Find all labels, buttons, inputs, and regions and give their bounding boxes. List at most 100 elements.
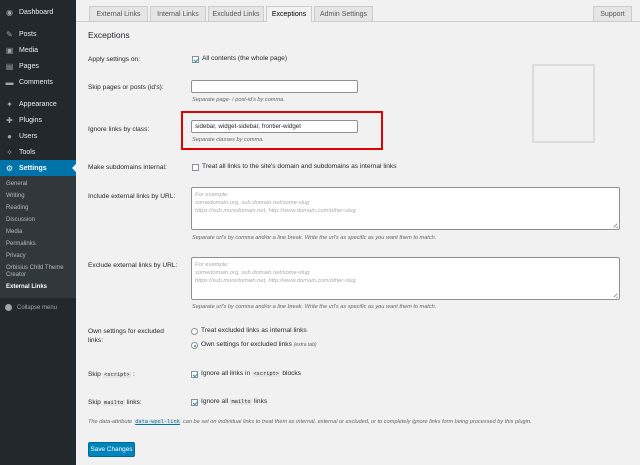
admin-sidebar: ◉ Dashboard ✎ Posts ▣ Media ▤ Pages ▬ Comment…	[0, 0, 76, 465]
own-settings-option-text: Own settings for excluded links	[201, 341, 292, 348]
menu-label: Pages	[19, 62, 39, 70]
submenu-permalinks[interactable]: Permalinks	[0, 239, 76, 251]
subdomains-label: Make subdomains internal:	[88, 164, 167, 171]
menu-label: Settings	[19, 164, 47, 172]
collapse-label: Collapse menu	[17, 304, 58, 311]
submenu-child-theme-creator[interactable]: Orbisius Child Theme Creator	[0, 263, 76, 282]
skip-script-opt-code: <script>	[251, 371, 281, 377]
exclude-urls-textarea[interactable]	[191, 257, 620, 300]
skip-script-label-pre: Skip	[88, 371, 101, 378]
exclude-urls-desc: Separate url's by comma and/or a line br…	[192, 304, 437, 310]
apply-all-contents-label: All contents (the whole page)	[202, 55, 288, 62]
menu-label: Plugins	[19, 116, 42, 124]
settings-icon: ⚙	[5, 163, 14, 173]
skip-mailto-label-code: mailto	[102, 400, 125, 406]
skip-mailto-label: Skip mailto links:	[88, 398, 142, 408]
menu-settings[interactable]: ⚙ Settings	[0, 160, 76, 176]
skip-mailto-option-label: Ignore all mailto links	[201, 398, 267, 405]
submenu-external-links[interactable]: External Links	[0, 282, 76, 294]
footnote-pre: The data-attribute	[88, 419, 133, 425]
menu-users[interactable]: ● Users	[0, 128, 76, 144]
tab-exceptions[interactable]: Exceptions	[266, 6, 312, 22]
skip-mailto-label-post: links:	[126, 399, 142, 406]
menu-plugins[interactable]: ✚ Plugins	[0, 112, 76, 128]
skip-mailto-opt-pre: Ignore all	[201, 398, 229, 405]
exclude-urls-label: Exclude external links by URL:	[88, 262, 178, 269]
section-title: Exceptions	[88, 30, 130, 40]
skip-script-option-label: Ignore all links in <script> blocks	[201, 370, 301, 377]
plugins-icon: ✚	[6, 115, 13, 125]
ignore-class-label: Ignore links by class:	[88, 126, 150, 133]
menu-tools[interactable]: ✧ Tools	[0, 144, 76, 160]
include-urls-resize-handle[interactable]	[613, 223, 618, 228]
include-urls-textarea[interactable]	[191, 187, 620, 230]
data-attribute-footnote: The data-attribute data-wpel-link can be…	[88, 419, 633, 425]
submenu-discussion[interactable]: Discussion	[0, 215, 76, 227]
media-icon: ▣	[5, 45, 14, 55]
skip-mailto-label-pre: Skip	[88, 399, 101, 406]
collapse-icon	[5, 304, 12, 311]
apply-all-contents-checkbox[interactable]	[192, 56, 199, 63]
skip-script-checkbox[interactable]	[191, 371, 198, 378]
submenu-writing[interactable]: Writing	[0, 191, 76, 203]
tab-bar: External Links Internal Links Excluded L…	[89, 6, 632, 22]
pages-icon: ▤	[5, 61, 14, 71]
own-settings-label-line2: links:	[88, 337, 104, 344]
sidebar-widget-box	[532, 64, 595, 143]
apply-settings-label: Apply settings on:	[88, 56, 141, 63]
treat-as-internal-label: Treat excluded links as internal links	[201, 327, 307, 334]
subdomains-checkbox[interactable]	[192, 164, 199, 171]
menu-posts[interactable]: ✎ Posts	[0, 26, 76, 42]
submenu-general[interactable]: General	[0, 179, 76, 191]
tab-support[interactable]: Support	[593, 6, 632, 21]
submenu-media[interactable]: Media	[0, 227, 76, 239]
tab-external-links[interactable]: External Links	[89, 6, 148, 21]
dashboard-icon: ◉	[6, 7, 13, 17]
own-settings-label: Own settings for excluded links:	[88, 327, 164, 345]
collapse-menu-button[interactable]: Collapse menu	[0, 298, 76, 317]
menu-label: Dashboard	[19, 8, 54, 16]
menu-dashboard[interactable]: ◉ Dashboard	[0, 4, 76, 20]
subdomains-option-label: Treat all links to the site's domain and…	[202, 163, 397, 170]
skip-pages-desc: Separate page- / post-id's by comma.	[192, 97, 285, 103]
menu-label: Tools	[19, 148, 36, 156]
comments-icon: ▬	[5, 77, 14, 87]
menu-label: Appearance	[19, 100, 57, 108]
users-icon: ●	[7, 131, 12, 141]
menu-label: Comments	[19, 78, 53, 86]
own-settings-option-label: Own settings for excluded links (extra t…	[201, 341, 317, 348]
exclude-urls-resize-handle[interactable]	[613, 293, 618, 298]
tab-excluded-links[interactable]: Excluded Links	[208, 6, 264, 21]
save-changes-button[interactable]: Save Changes	[88, 442, 135, 457]
skip-mailto-opt-code: mailto	[229, 399, 253, 405]
treat-as-internal-radio[interactable]	[191, 328, 198, 335]
pin-icon: ✎	[6, 29, 13, 39]
skip-mailto-checkbox[interactable]	[191, 399, 198, 406]
skip-pages-label: Skip pages or posts (id's):	[88, 84, 164, 91]
skip-mailto-opt-post: links	[253, 398, 268, 405]
data-wpel-link-code[interactable]: data-wpel-link	[133, 419, 182, 425]
menu-appearance[interactable]: ✦ Appearance	[0, 96, 76, 112]
skip-script-label-code: <script>	[102, 372, 132, 378]
menu-label: Posts	[19, 30, 37, 38]
menu-pages[interactable]: ▤ Pages	[0, 58, 76, 74]
tab-admin-settings[interactable]: Admin Settings	[314, 6, 373, 21]
menu-label: Users	[19, 132, 38, 140]
own-settings-label-line1: Own settings for excluded	[88, 328, 164, 335]
appearance-icon: ✦	[6, 99, 13, 109]
skip-script-label-post: :	[133, 371, 135, 378]
settings-submenu: General Writing Reading Discussion Media…	[0, 176, 76, 298]
tools-icon: ✧	[6, 147, 13, 157]
include-urls-desc: Separate url's by comma and/or a line br…	[192, 235, 437, 241]
menu-media[interactable]: ▣ Media	[0, 42, 76, 58]
submenu-reading[interactable]: Reading	[0, 203, 76, 215]
own-settings-radio[interactable]	[191, 342, 198, 349]
extra-tab-note: (extra tab)	[293, 342, 317, 348]
skip-script-opt-pre: Ignore all links in	[201, 370, 251, 377]
menu-comments[interactable]: ▬ Comments	[0, 74, 76, 90]
include-urls-label: Include external links by URL:	[88, 193, 176, 200]
submenu-privacy[interactable]: Privacy	[0, 251, 76, 263]
tab-internal-links[interactable]: Internal Links	[150, 6, 206, 21]
skip-script-opt-post: blocks	[282, 370, 302, 377]
skip-pages-input[interactable]	[191, 80, 358, 93]
